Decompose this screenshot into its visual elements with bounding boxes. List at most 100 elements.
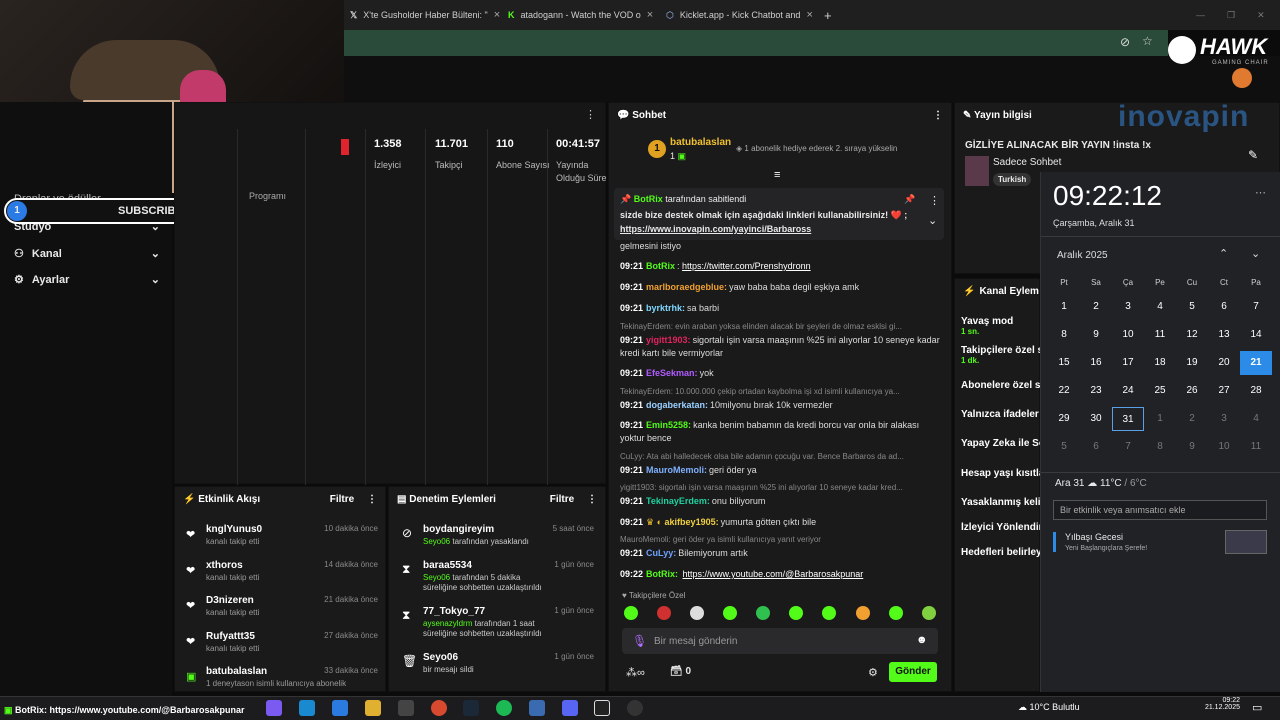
msg-user[interactable]: MauroMemoli:	[646, 465, 707, 475]
pin-list-icon[interactable]: ≡	[774, 169, 780, 181]
chevron-down-icon[interactable]: ⌄	[1251, 247, 1260, 260]
xbox-icon[interactable]	[398, 700, 414, 716]
category-thumbnail[interactable]	[965, 156, 989, 186]
calendar-day[interactable]: 10	[1208, 435, 1240, 459]
calendar-day[interactable]: 8	[1144, 435, 1176, 459]
store-icon[interactable]	[332, 700, 348, 716]
calendar-day[interactable]: 1	[1144, 407, 1176, 431]
event-title[interactable]: Yılbaşı Gecesi	[1065, 532, 1123, 542]
mod-actor[interactable]: Seyo06	[423, 537, 450, 546]
action-emotes-only[interactable]: Yalnızca ifadeler	[961, 409, 1041, 420]
app-icon[interactable]	[529, 700, 545, 716]
emote-icon[interactable]	[856, 606, 870, 620]
browser-tab[interactable]: ⬡ Kicklet.app - Kick Chatbot and ×	[666, 6, 816, 24]
mod-target[interactable]: baraa5534	[423, 560, 472, 571]
msg-user[interactable]: BotRix	[646, 261, 675, 271]
calendar-day[interactable]: 25	[1144, 379, 1176, 403]
sidebar-item-channel[interactable]: ⚇ Kanal ⌄	[14, 247, 160, 260]
calendar-day[interactable]: 31	[1112, 407, 1144, 431]
mod-target[interactable]: Seyo06	[423, 652, 458, 663]
emote-icon[interactable]	[789, 606, 803, 620]
calendar-day[interactable]: 16	[1080, 351, 1112, 375]
calendar-day[interactable]: 7	[1240, 295, 1272, 319]
pinned-link[interactable]: https://www.inovapin.com/yayinci/Barbaro…	[620, 224, 811, 234]
action-slow-mode[interactable]: Yavaş mod 1 sn.	[961, 316, 1041, 336]
edge-icon[interactable]	[299, 700, 315, 716]
new-tab-button[interactable]: +	[824, 6, 832, 24]
calendar-day[interactable]: 2	[1176, 407, 1208, 431]
feed-user[interactable]: knglYunus0	[206, 524, 262, 535]
emote-icon[interactable]	[889, 606, 903, 620]
calendar-day[interactable]: 5	[1176, 295, 1208, 319]
close-icon[interactable]: ×	[647, 9, 653, 21]
send-button[interactable]: Gönder	[889, 662, 937, 682]
msg-user[interactable]: dogaberkatan:	[646, 400, 708, 410]
calendar-day[interactable]: 6	[1208, 295, 1240, 319]
avatar[interactable]	[1232, 68, 1252, 88]
reply-context[interactable]: TekinayErdem: 10.000.000 çekip ortadan k…	[620, 387, 940, 396]
calendar-day[interactable]: 3	[1208, 407, 1240, 431]
calendar-day[interactable]: 5	[1048, 435, 1080, 459]
calendar-day[interactable]: 4	[1240, 407, 1272, 431]
more-icon[interactable]: ⋮	[933, 110, 943, 121]
calendar-day[interactable]: 7	[1112, 435, 1144, 459]
calendar-day[interactable]: 21	[1240, 351, 1272, 375]
mod-target[interactable]: 77_Tokyo_77	[423, 606, 485, 617]
address-bar[interactable]: ⊘ ☆	[344, 30, 1168, 56]
calendar-day[interactable]: 13	[1208, 323, 1240, 347]
mod-target[interactable]: boydangireyim	[423, 524, 494, 535]
calendar-day[interactable]: 24	[1112, 379, 1144, 403]
emote-icon[interactable]	[723, 606, 737, 620]
calendar-day[interactable]: 15	[1048, 351, 1080, 375]
calendar-day[interactable]: 28	[1240, 379, 1272, 403]
reply-context[interactable]: TekinayErdem: evin araban yoksa elinden …	[620, 322, 940, 331]
app-icon[interactable]	[594, 700, 610, 716]
calendar-day[interactable]: 30	[1080, 407, 1112, 431]
event-input[interactable]: Bir etkinlik veya anımsatıcı ekle	[1053, 500, 1267, 520]
maximize-button[interactable]: ❐	[1227, 10, 1235, 21]
feed-user[interactable]: D3nizeren	[206, 595, 254, 606]
minimize-button[interactable]: —	[1196, 10, 1205, 20]
close-icon[interactable]: ×	[806, 9, 812, 21]
calendar-day[interactable]: 26	[1176, 379, 1208, 403]
calendar-day[interactable]: 3	[1112, 295, 1144, 319]
calendar-day[interactable]: 17	[1112, 351, 1144, 375]
calendar-day[interactable]: 23	[1080, 379, 1112, 403]
calendar-month[interactable]: Aralık 2025	[1057, 250, 1108, 261]
close-icon[interactable]: ×	[494, 9, 500, 21]
gift-prompt[interactable]: ◈ 1 abonelik hediye ederek 2. sıraya yük…	[736, 144, 897, 153]
calendar-day[interactable]: 19	[1176, 351, 1208, 375]
calendar-day[interactable]: 27	[1208, 379, 1240, 403]
chevron-down-icon[interactable]: ⌄	[928, 214, 937, 227]
msg-link[interactable]: https://twitter.com/Prenshydronn	[682, 261, 811, 271]
action-goals[interactable]: Hedefleri belirleyin	[961, 547, 1041, 558]
emote-icon[interactable]	[756, 606, 770, 620]
calendar-day[interactable]: 8	[1048, 323, 1080, 347]
msg-user[interactable]: EfeSekman:	[646, 368, 698, 378]
browser-tab[interactable]: 𝕏 X'te Gusholder Haber Bülteni: " ×	[350, 6, 500, 24]
microphone-icon[interactable]: 🎙	[632, 634, 647, 648]
more-icon[interactable]: ⋮	[929, 194, 940, 207]
gift-leader-user[interactable]: batubalaslan	[670, 137, 731, 148]
msg-user[interactable]: marlboraedgeblue:	[646, 282, 727, 292]
notification-icon[interactable]: ▭	[1252, 701, 1262, 714]
emote-icon[interactable]	[690, 606, 704, 620]
calendar-day[interactable]: 18	[1144, 351, 1176, 375]
filter-button[interactable]: Filtre	[330, 494, 354, 505]
more-icon[interactable]: ⋮	[367, 494, 377, 505]
points-display[interactable]: 🗃 0	[670, 666, 691, 677]
action-followers-only[interactable]: Takipçilere özel sohbet1 dk.	[961, 345, 1041, 365]
mod-actor[interactable]: Seyo06	[423, 573, 450, 582]
msg-user[interactable]: BotRix:	[646, 569, 678, 579]
chevron-up-icon[interactable]: ⌃	[1219, 247, 1228, 260]
emote-icon[interactable]	[657, 606, 671, 620]
star-icon[interactable]: ☆	[1142, 34, 1153, 48]
feed-user[interactable]: batubalaslan	[206, 666, 267, 677]
calendar-day[interactable]: 11	[1240, 435, 1272, 459]
action-account-age[interactable]: Hesap yaşı kısıtlaması	[961, 468, 1041, 479]
msg-user[interactable]: byrktrhk:	[646, 303, 685, 313]
calendar-day[interactable]: 10	[1112, 323, 1144, 347]
clock-date[interactable]: Çarşamba, Aralık 31	[1053, 218, 1135, 228]
calendar-day[interactable]: 14	[1240, 323, 1272, 347]
reply-context[interactable]: yigitt1903: sigortalı işin varsa maaşını…	[620, 483, 940, 492]
